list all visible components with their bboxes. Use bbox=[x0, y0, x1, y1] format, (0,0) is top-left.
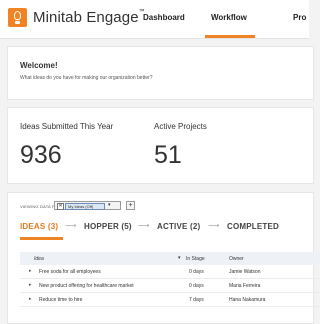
active-projects-label: Active Projects bbox=[154, 122, 207, 131]
expand-icon[interactable]: ▸ bbox=[29, 282, 32, 288]
idea-cell[interactable]: New product offering for healthcare mark… bbox=[39, 283, 134, 289]
table-header: Idea ▾ In Stage Owner bbox=[20, 252, 320, 265]
welcome-subtitle: What ideas do you have for making our or… bbox=[20, 75, 153, 81]
add-filter-button[interactable]: + bbox=[126, 201, 135, 210]
table-row[interactable]: ▸ New product offering for healthcare ma… bbox=[20, 279, 320, 293]
column-header-idea[interactable]: Idea bbox=[34, 256, 44, 262]
stage-ideas[interactable]: IDEAS (3) bbox=[20, 222, 58, 231]
nav-projects[interactable]: Pro bbox=[293, 13, 306, 22]
nav-dashboard[interactable]: Dashboard bbox=[143, 13, 185, 22]
filter-chip[interactable]: My Ideas (Off) bbox=[65, 203, 105, 210]
ideas-submitted-value: 936 bbox=[20, 141, 62, 169]
in-stage-cell: 0 days bbox=[189, 269, 204, 275]
arrow-right-icon: ⟶ bbox=[65, 221, 77, 230]
nav-workflow[interactable]: Workflow bbox=[211, 13, 247, 22]
arrow-right-icon: ⟶ bbox=[208, 221, 220, 230]
idea-cell[interactable]: Reduce time to hire bbox=[39, 297, 82, 303]
in-stage-cell: 0 days bbox=[189, 283, 204, 289]
sort-icon[interactable]: ▾ bbox=[178, 255, 181, 261]
workflow-card: VIEWING DATA FOR: ✕ My Ideas (Off) ▾ + I… bbox=[7, 192, 320, 324]
owner-cell: Jamie Watson bbox=[229, 269, 261, 275]
lightbulb-logo-icon[interactable] bbox=[8, 8, 27, 27]
stage-hopper[interactable]: HOPPER (5) bbox=[84, 222, 132, 231]
table-row[interactable]: ▸ Reduce time to hire 7 days Hana Nakamu… bbox=[20, 293, 320, 307]
active-projects-value: 51 bbox=[154, 141, 182, 169]
stage-active-indicator bbox=[20, 237, 63, 240]
welcome-title: Welcome! bbox=[20, 61, 58, 70]
expand-icon[interactable]: ▸ bbox=[29, 296, 32, 302]
stage-active[interactable]: ACTIVE (2) bbox=[157, 222, 200, 231]
expand-icon[interactable]: ▸ bbox=[29, 268, 32, 274]
idea-cell[interactable]: Free soda for all employees bbox=[39, 269, 101, 275]
arrow-right-icon: ⟶ bbox=[138, 221, 150, 230]
filter-dropdown[interactable]: ✕ My Ideas (Off) ▾ bbox=[54, 201, 121, 210]
clear-filter-icon[interactable]: ✕ bbox=[57, 203, 64, 210]
owner-cell: Hana Nakamura bbox=[229, 297, 266, 303]
stats-card: Ideas Submitted This Year 936 Active Pro… bbox=[7, 107, 314, 184]
welcome-card: Welcome! What ideas do you have for maki… bbox=[7, 46, 314, 100]
column-header-in-stage[interactable]: In Stage bbox=[186, 256, 205, 262]
ideas-submitted-label: Ideas Submitted This Year bbox=[20, 122, 114, 131]
top-navigation-bar: Minitab Engage™ Dashboard Workflow Pro bbox=[0, 0, 309, 39]
owner-cell: Maria Ferreira bbox=[229, 283, 261, 289]
chevron-down-icon[interactable]: ▾ bbox=[108, 202, 111, 208]
in-stage-cell: 7 days bbox=[189, 297, 204, 303]
column-header-owner[interactable]: Owner bbox=[229, 256, 244, 262]
stage-completed[interactable]: COMPLETED bbox=[227, 222, 279, 231]
table-row[interactable]: ▸ Free soda for all employees 0 days Jam… bbox=[20, 265, 320, 279]
brand-name[interactable]: Minitab Engage™ bbox=[33, 9, 145, 26]
nav-active-indicator bbox=[205, 35, 255, 38]
